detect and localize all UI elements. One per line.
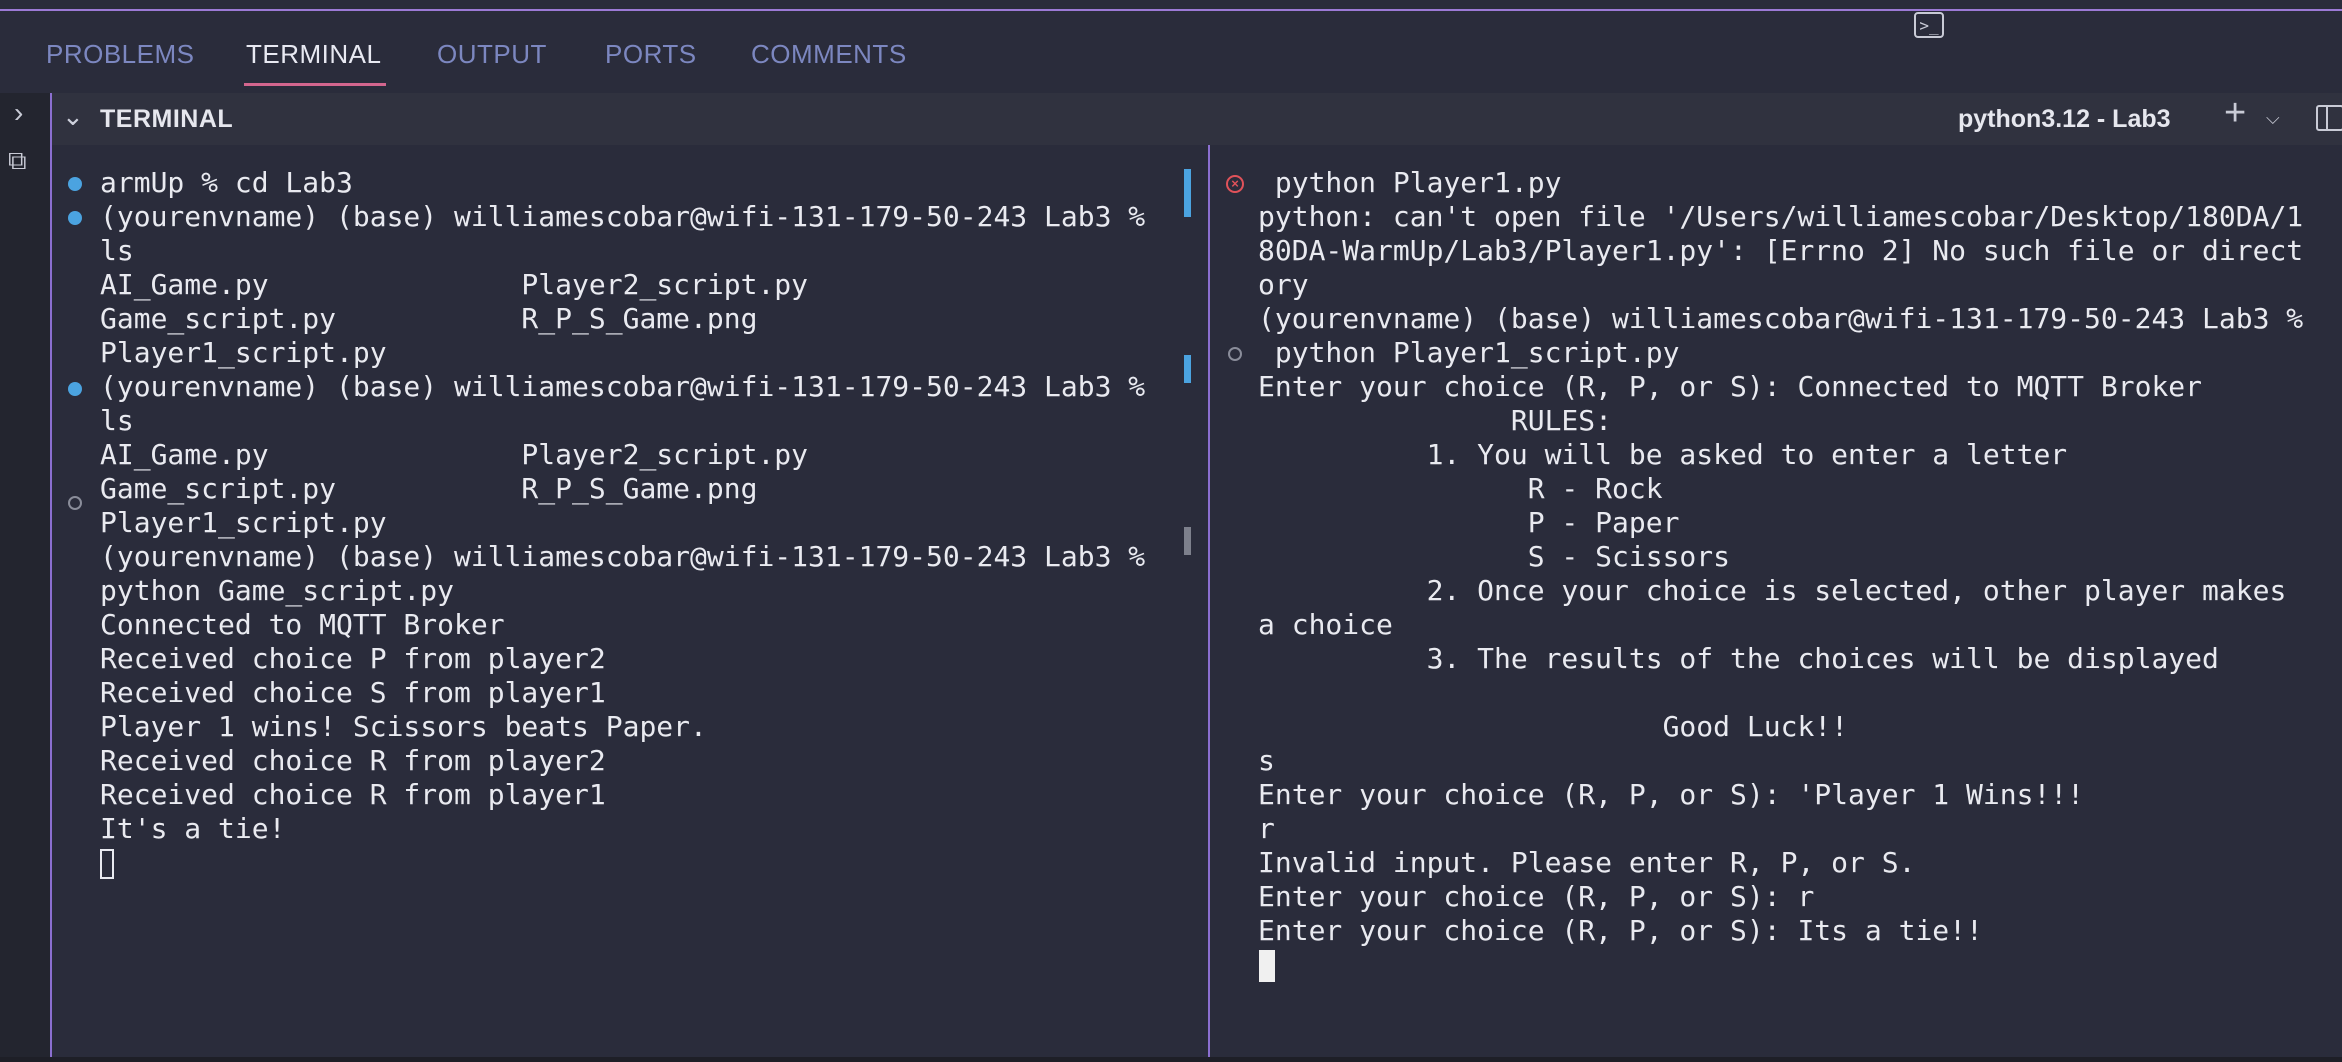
terminal-pane-right[interactable]: × python Player1.py python: can't open f… [1210,145,2342,1062]
terminal-line: ory [1258,268,1309,301]
scrollbar-marker[interactable] [1184,527,1191,555]
terminal-line: python Player1.py [1258,166,1562,199]
terminal-line: Player1_script.py [100,336,387,369]
terminal-line: AI_Game.py Player2_script.py [100,268,809,301]
active-tab-indicator [244,83,386,86]
terminal-line: ls [100,234,134,267]
terminal-line: Good Luck!! [1258,710,1849,743]
terminal-line: Connected to MQTT Broker [100,608,505,641]
terminal-line: ls [100,404,134,437]
terminal-line: python Game_script.py [100,574,455,607]
plus-icon[interactable]: + [2224,92,2246,135]
panel-title: TERMINAL [100,105,234,133]
terminal-line: (yourenvname) (base) williamescobar@wifi… [100,200,1146,233]
terminal-line: Invalid input. Please enter R, P, or S. [1258,846,1916,879]
terminal-line: Player 1 wins! Scissors beats Paper. [100,710,707,743]
status-strip [0,1057,2342,1062]
chevron-down-icon[interactable]: ⌄ [62,101,84,132]
side-activity-bar: › ⧉ [0,93,50,1062]
tab-terminal[interactable]: TERMINAL [246,39,381,70]
terminal-line: (yourenvname) (base) williamescobar@wifi… [1258,302,2304,335]
split-terminal-icon[interactable] [2316,105,2342,131]
terminal-line: Player1_script.py [100,506,387,539]
command-running-dot[interactable] [68,496,82,510]
chevron-right-icon[interactable]: › [14,97,23,129]
run-debug-icon[interactable]: ⧉ [8,145,27,177]
terminal-line: Enter your choice (R, P, or S): r [1258,880,1815,913]
terminal-line: AI_Game.py Player2_script.py [100,438,809,471]
terminal-line: Received choice R from player1 [100,778,606,811]
terminal-line: 1. You will be asked to enter a letter [1258,438,2068,471]
command-success-dot[interactable] [68,211,82,225]
tab-comments[interactable]: COMMENTS [751,39,907,70]
terminal-line: P - Paper [1258,506,1680,539]
terminal-profile-label[interactable]: python3.12 - Lab3 [1958,105,2171,134]
tab-problems[interactable]: PROBLEMS [46,39,195,70]
command-running-dot[interactable] [1228,347,1242,361]
terminal-line: S - Scissors [1258,540,1731,573]
terminal-cursor [100,849,114,879]
terminal-line: Received choice P from player2 [100,642,606,675]
terminal-line: R - Rock [1258,472,1663,505]
chevron-down-icon[interactable]: ⌵ [2266,108,2280,129]
command-success-dot[interactable] [68,382,82,396]
terminal-line: Received choice S from player1 [100,676,606,709]
terminal-line: Enter your choice (R, P, or S): Connecte… [1258,370,2203,403]
terminal-line: (yourenvname) (base) williamescobar@wifi… [100,540,1146,573]
tab-output[interactable]: OUTPUT [437,39,547,70]
terminal-pane-left[interactable]: armUp % cd Lab3 (yourenvname) (base) wil… [52,145,1208,1062]
terminal-line: 80DA-WarmUp/Lab3/Player1.py': [Errno 2] … [1258,234,2304,267]
terminal-line: a choice [1258,608,1393,641]
terminal-line: python Player1_script.py [1258,336,1680,369]
terminal-line: Enter your choice (R, P, or S): 'Player … [1258,778,2085,811]
terminal-line: s [1258,744,1275,777]
terminal-line: Enter your choice (R, P, or S): Its a ti… [1258,914,1983,947]
terminal-line: armUp % cd Lab3 [100,166,353,199]
terminal-cursor [1259,950,1275,982]
command-success-dot[interactable] [68,177,82,191]
terminal-line: 3. The results of the choices will be di… [1258,642,2219,675]
terminal-line: It's a tie! [100,812,286,845]
terminal-line: RULES: [1258,404,1613,437]
terminal-line: Game_script.py R_P_S_Game.png [100,472,758,505]
tab-ports[interactable]: PORTS [605,39,697,70]
terminal-line: 2. Once your choice is selected, other p… [1258,574,2287,607]
scrollbar-marker[interactable] [1184,169,1191,217]
terminal-icon[interactable]: >_ [1914,12,1944,38]
terminal-line: python: can't open file '/Users/williame… [1258,200,2304,233]
panel-tabs-bar: PROBLEMS TERMINAL OUTPUT PORTS COMMENTS [0,11,2342,93]
terminal-line: (yourenvname) (base) williamescobar@wifi… [100,370,1146,403]
terminal-line: r [1258,812,1275,845]
terminal-line: Game_script.py R_P_S_Game.png [100,302,758,335]
terminal-line: Received choice R from player2 [100,744,606,777]
scrollbar-marker[interactable] [1184,355,1191,383]
command-error-icon[interactable]: × [1226,175,1244,193]
